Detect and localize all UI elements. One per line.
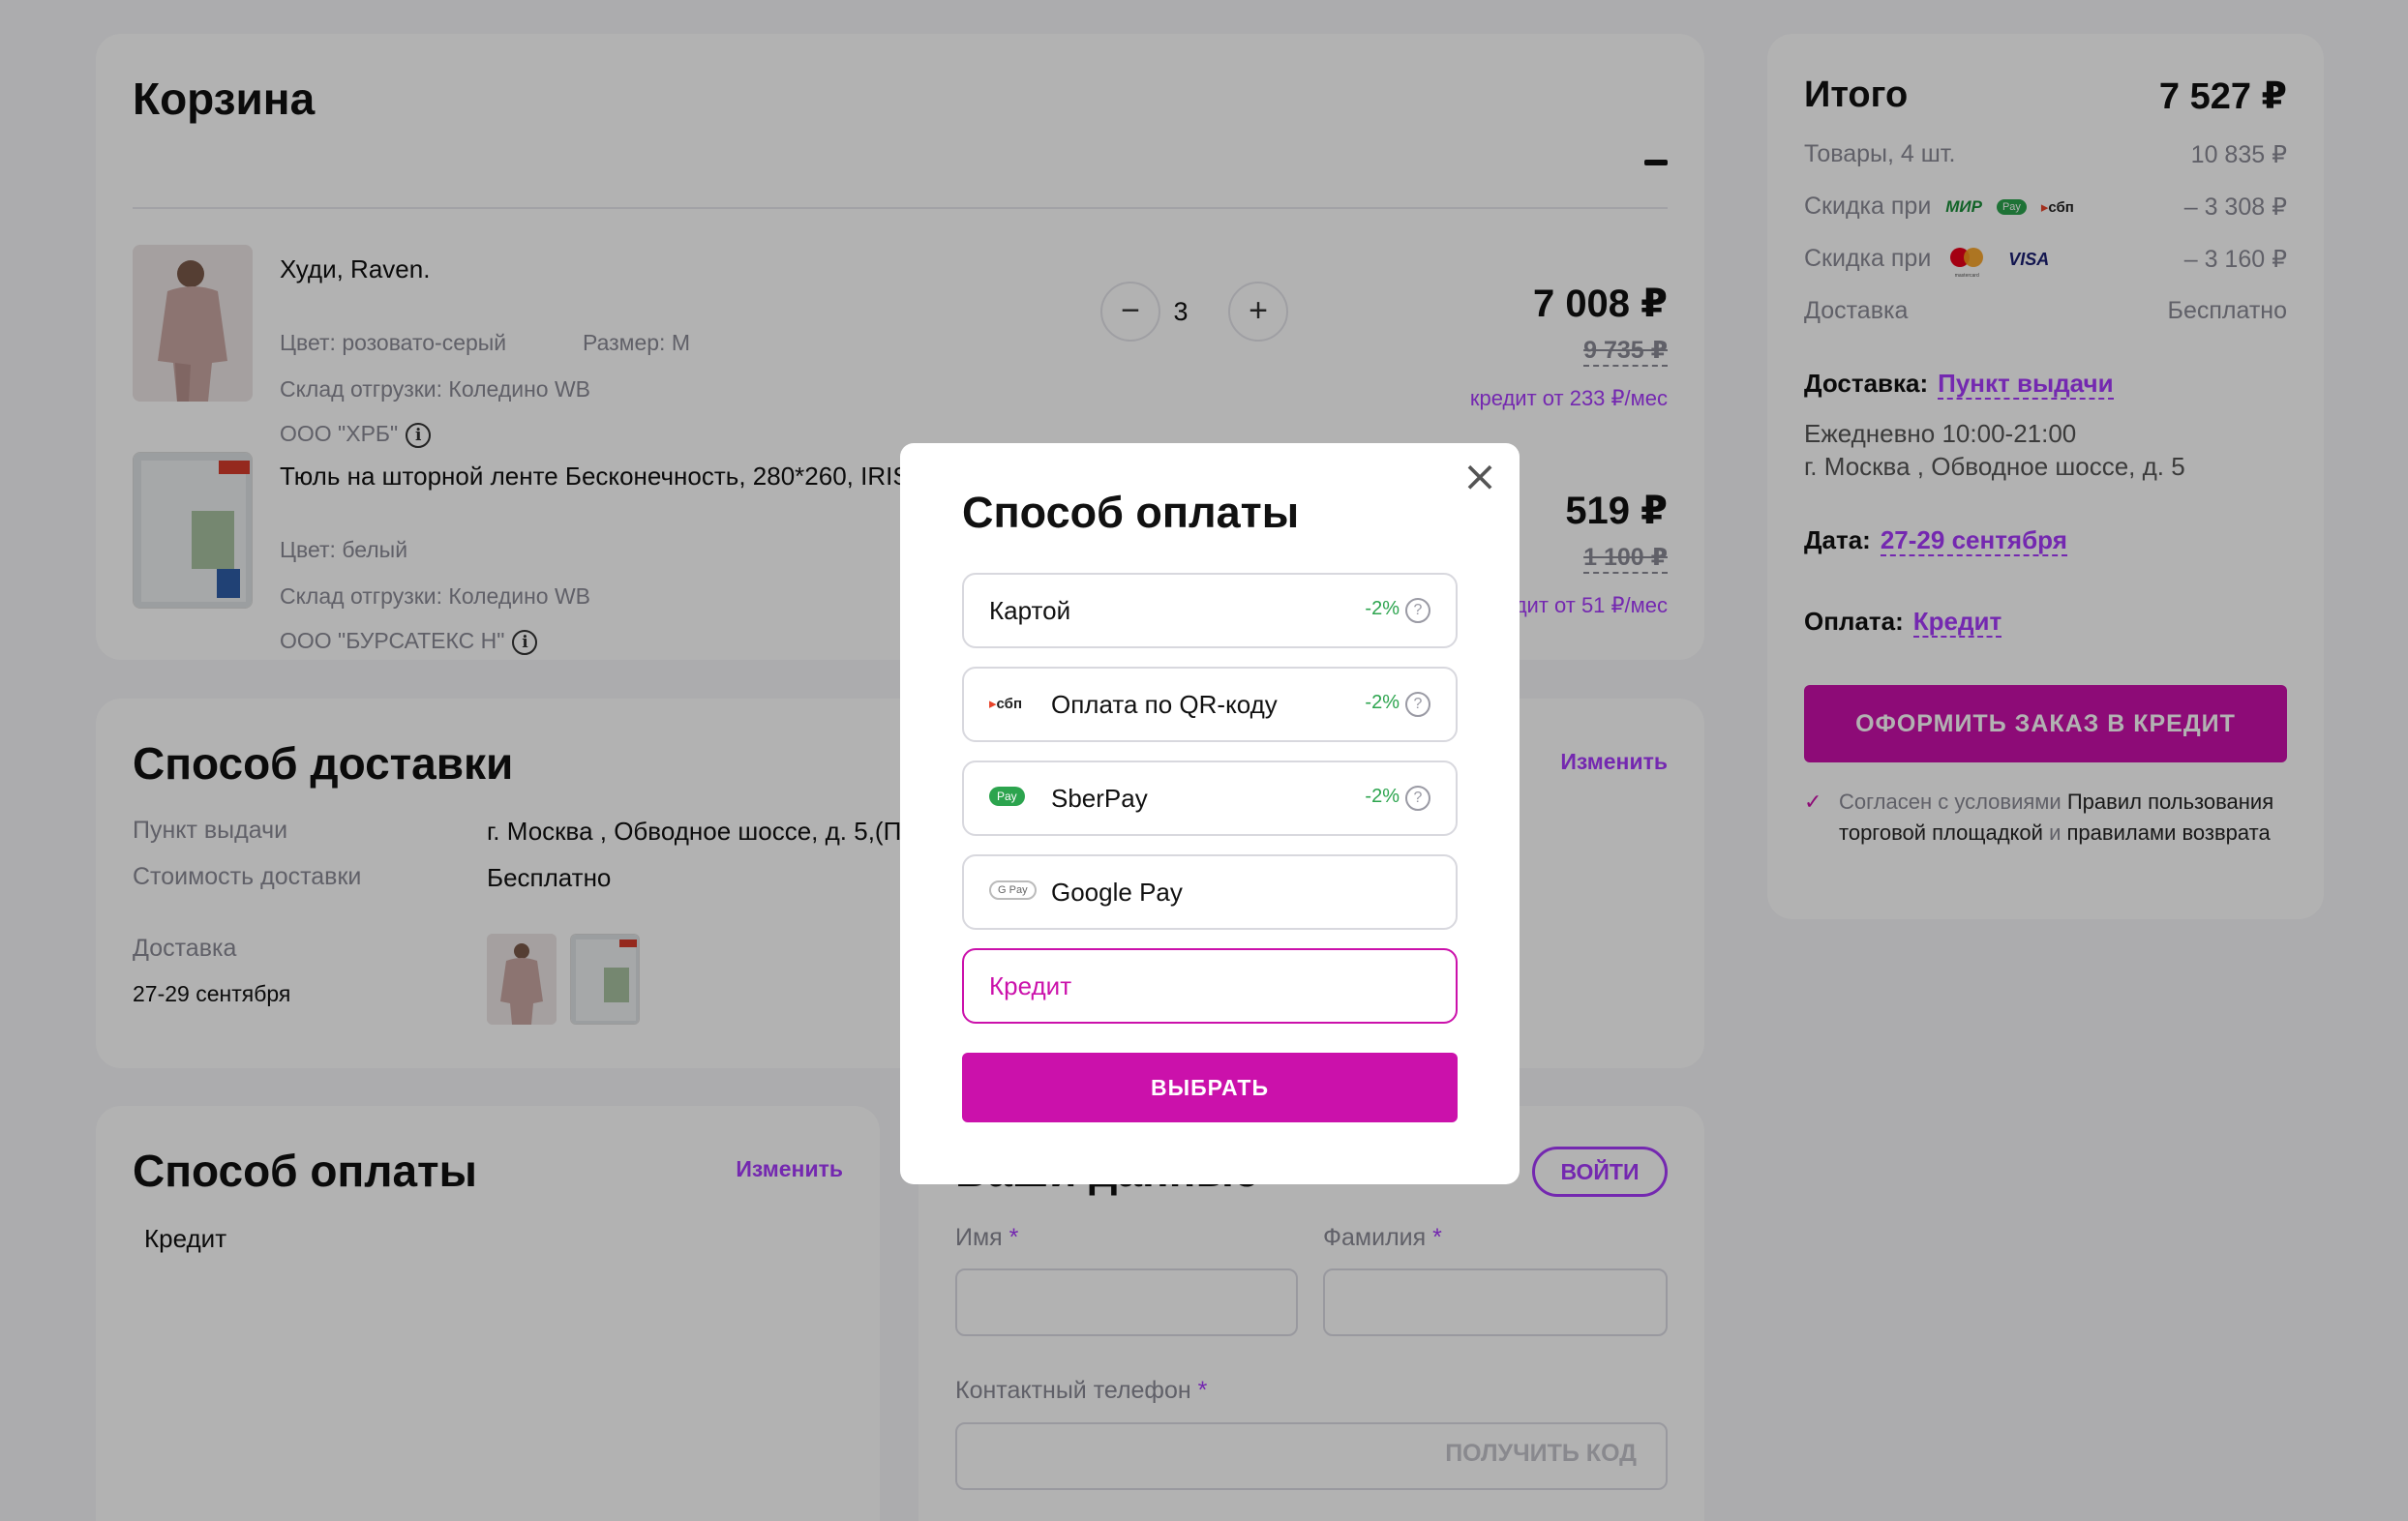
option-label: Google Pay: [1051, 878, 1183, 907]
modal-title: Способ оплаты: [962, 488, 1300, 537]
question-icon[interactable]: ?: [1405, 692, 1430, 717]
close-icon[interactable]: ×: [1460, 456, 1500, 498]
option-discount: -2%: [1365, 786, 1400, 807]
option-label: Кредит: [989, 971, 1072, 1000]
sberpay-logo-icon: Pay: [989, 787, 1025, 806]
google-pay-logo-icon: G Pay: [989, 880, 1037, 900]
question-icon[interactable]: ?: [1405, 786, 1430, 811]
sbp-logo-icon: ▸сбп: [989, 696, 1023, 712]
payment-option-qr[interactable]: ▸сбп Оплата по QR-коду -2% ?: [962, 667, 1458, 742]
payment-option-googlepay[interactable]: G Pay Google Pay: [962, 854, 1458, 930]
choose-button[interactable]: ВЫБРАТЬ: [962, 1053, 1458, 1122]
payment-option-card[interactable]: Картой -2% ?: [962, 573, 1458, 648]
option-label: Картой: [989, 596, 1071, 625]
sbp-logo-text: сбп: [996, 696, 1023, 712]
payment-option-credit[interactable]: Кредит: [962, 948, 1458, 1024]
option-label: Оплата по QR-коду: [1051, 690, 1278, 719]
payment-option-sberpay[interactable]: Pay SberPay -2% ?: [962, 760, 1458, 836]
option-label: SberPay: [1051, 784, 1148, 813]
option-discount: -2%: [1365, 598, 1400, 619]
payment-method-modal: × Способ оплаты Картой -2% ? ▸сбп Оплата…: [900, 443, 1520, 1184]
option-discount: -2%: [1365, 692, 1400, 713]
question-icon[interactable]: ?: [1405, 598, 1430, 623]
